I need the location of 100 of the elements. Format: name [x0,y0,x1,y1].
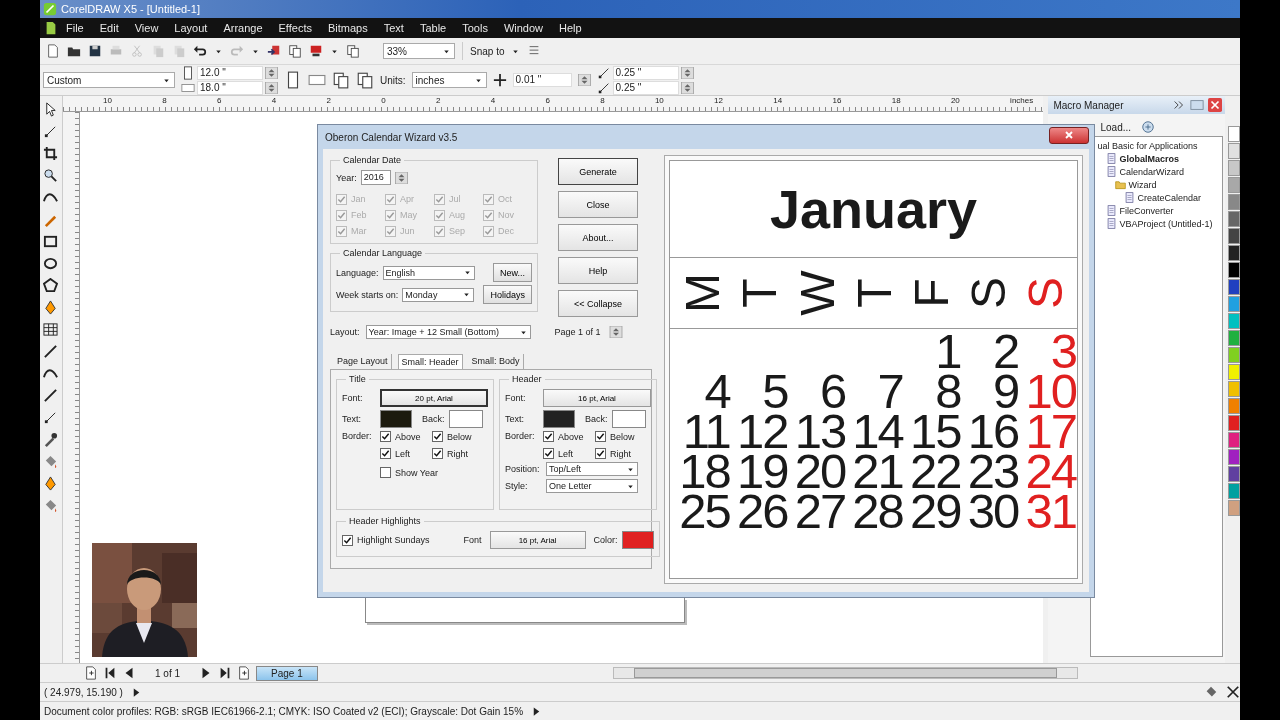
units-dropdown[interactable]: inches [411,72,487,88]
checkbox[interactable] [543,448,554,459]
spin-buttons[interactable] [680,66,694,79]
menu-item[interactable]: Arrange [215,22,271,34]
curve-icon[interactable] [43,190,59,205]
document-icon[interactable] [44,21,58,35]
tree-item[interactable]: GlobalMacros [1119,153,1179,164]
menu-item[interactable]: File [58,22,92,34]
ellipse-icon[interactable] [43,256,59,271]
spin-buttons[interactable] [394,171,408,184]
zoom-dropdown[interactable]: 33% [383,43,455,59]
new-button[interactable]: New... [493,263,532,282]
pages-icon[interactable] [332,71,350,89]
close-icon[interactable] [1208,98,1223,112]
bucket-icon[interactable] [43,498,59,513]
polygon-icon[interactable] [43,278,59,293]
floppy-icon[interactable] [88,44,102,58]
tree-item[interactable]: VBAProject (Untitled-1) [1119,218,1213,229]
arrow-icon[interactable] [43,102,59,117]
horizontal-scrollbar[interactable] [612,667,1078,679]
bucket-icon[interactable] [43,454,59,469]
pen-nib-icon[interactable] [43,300,59,315]
snap-to-button[interactable]: Snap to [470,45,505,57]
add-page-icon[interactable] [237,666,252,680]
checkbox[interactable] [342,534,353,546]
menu-item[interactable]: Edit [91,22,127,34]
menu-item[interactable]: View [126,22,167,34]
language-dropdown[interactable]: English [382,265,475,280]
tree-item[interactable]: CalendarWizard [1119,166,1184,177]
line-icon[interactable] [43,388,59,403]
menu-item[interactable]: Text [375,22,412,34]
menu-item[interactable]: Window [495,22,551,34]
tree-item[interactable]: ual Basic for Applications [1097,140,1198,151]
globe-icon[interactable] [1141,120,1156,134]
layout-dropdown[interactable]: Year: Image + 12 Small (Bottom) [365,325,531,339]
dialog-button[interactable]: About... [558,224,638,251]
checkbox[interactable] [432,448,443,459]
checkbox[interactable] [595,431,606,442]
menu-item[interactable]: Tools [454,22,496,34]
dialog-button[interactable]: Generate [558,158,638,185]
checkbox[interactable] [595,448,606,459]
page-size-dropdown[interactable]: Custom [43,72,175,88]
magnifier-icon[interactable] [43,168,59,183]
spin-buttons[interactable] [265,81,278,94]
position-dropdown[interactable]: Top/Left [546,462,638,476]
tree-item[interactable]: FileConverter [1119,205,1174,216]
menu-item[interactable]: Layout [166,22,216,34]
dropper-icon[interactable] [43,432,59,447]
load-button[interactable]: Load... [1098,121,1134,133]
checkbox[interactable] [543,431,554,442]
curve-icon[interactable] [43,366,59,381]
back-color-swatch[interactable] [448,410,483,428]
grid-icon[interactable] [43,322,59,337]
spin-buttons[interactable] [577,74,591,86]
spin-buttons[interactable] [265,66,278,79]
crop-icon[interactable] [43,146,59,161]
font-button[interactable]: 16 pt, Arial [543,389,651,407]
dialog-button[interactable]: << Collapse [558,290,638,317]
pages-icon[interactable] [346,44,360,58]
tree-item[interactable]: CreateCalendar [1137,192,1201,203]
import-icon[interactable] [267,44,281,58]
new-document-icon[interactable] [46,44,60,58]
text-color-swatch[interactable] [380,410,412,428]
fill-icon[interactable] [1204,685,1218,699]
page-tab[interactable]: Page 1 [256,665,318,681]
font-button[interactable]: 16 pt, Arial [489,531,586,549]
nudge-field[interactable]: 0.01 " [512,73,572,87]
add-page-icon[interactable] [84,666,98,680]
spin-buttons[interactable] [606,326,625,338]
outline-icon[interactable] [1226,685,1240,699]
menu-item[interactable]: Help [551,22,590,34]
week-start-dropdown[interactable]: Monday [402,287,475,302]
dialog-button[interactable]: Help [558,257,638,284]
pages-icon[interactable] [356,71,374,89]
checkbox[interactable] [380,448,391,459]
first-page-icon[interactable] [103,666,117,680]
height-field[interactable]: 18.0 " [197,80,263,95]
checkbox[interactable] [380,431,391,442]
menu-item[interactable]: Bitmaps [319,22,376,34]
pen-nib-icon[interactable] [43,476,59,491]
style-dropdown[interactable]: One Letter [546,479,638,493]
back-color-swatch[interactable] [611,410,646,428]
line-icon[interactable] [43,344,59,359]
dialog-button[interactable]: Close [558,191,638,218]
tab[interactable]: Small: Header [397,354,463,369]
pages-icon[interactable] [288,44,302,58]
menu-item[interactable]: Effects [270,22,320,34]
close-button[interactable] [1049,126,1089,144]
tree-item[interactable]: Wizard [1128,179,1157,190]
text-color-swatch[interactable] [543,410,575,428]
duplicate-x-field[interactable]: 0.25 " [612,65,679,80]
year-field[interactable]: 2016 [360,170,391,185]
duplicate-y-field[interactable]: 0.25 " [612,80,679,95]
checkbox[interactable] [432,431,443,442]
monitor-icon[interactable] [309,44,323,58]
spin-buttons[interactable] [680,81,694,94]
menu-item[interactable]: Table [411,22,455,34]
font-button[interactable]: 20 pt, Arial [380,389,488,407]
checkbox[interactable] [380,467,391,478]
undo-icon[interactable] [193,44,207,58]
